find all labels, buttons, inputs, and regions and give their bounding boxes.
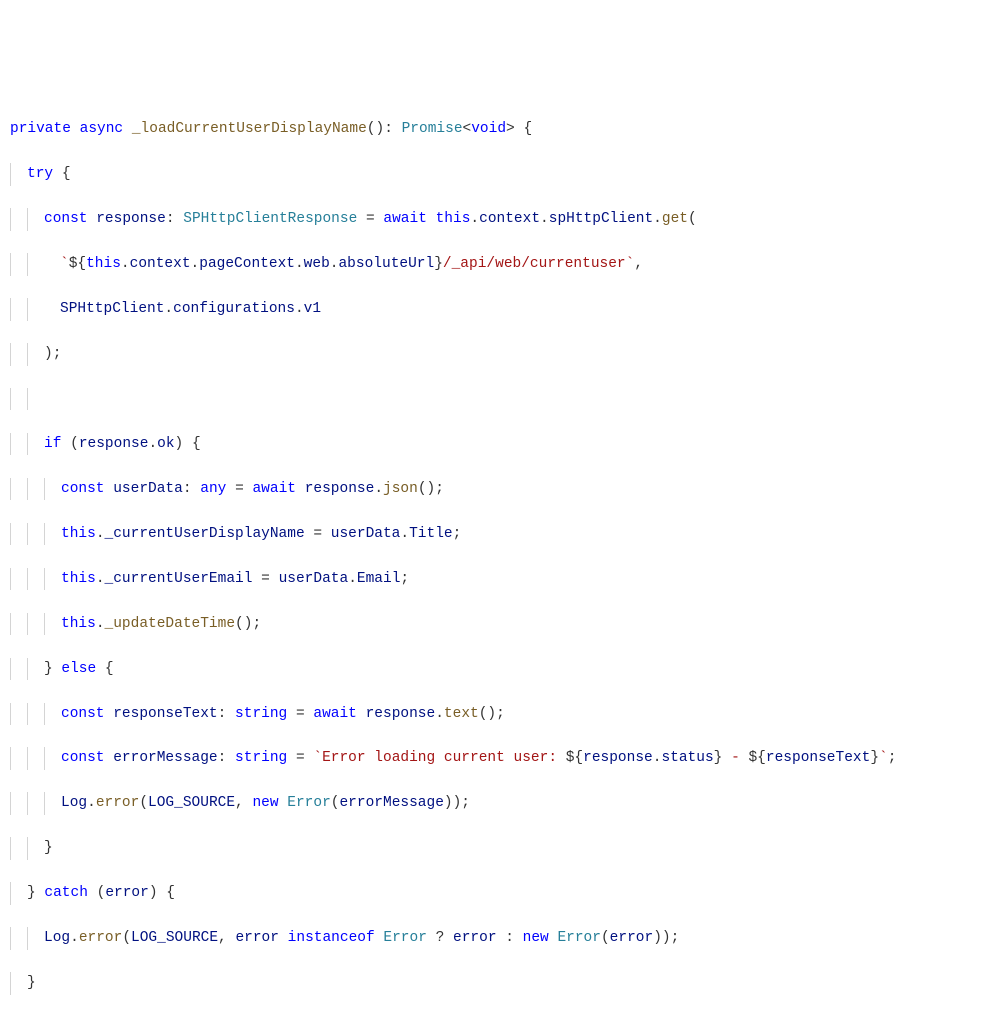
code-line: `${this.context.pageContext.web.absolute… <box>10 253 997 275</box>
code-line: this._updateDateTime(); <box>10 613 997 635</box>
code-line: } else { <box>10 658 997 680</box>
code-line: } <box>10 972 997 994</box>
keyword-async: async <box>80 121 124 137</box>
code-line: this._currentUserDisplayName = userData.… <box>10 523 997 545</box>
code-line: const errorMessage: string = `Error load… <box>10 747 997 769</box>
type-promise: Promise <box>402 121 463 137</box>
code-line: if (response.ok) { <box>10 433 997 455</box>
function-name: _loadCurrentUserDisplayName <box>132 121 367 137</box>
code-line: } <box>10 837 997 859</box>
code-line: Log.error(LOG_SOURCE, error instanceof E… <box>10 927 997 949</box>
code-line: } <box>10 1017 997 1018</box>
code-line <box>10 388 997 410</box>
code-line: const response: SPHttpClientResponse = a… <box>10 208 997 230</box>
code-line: const responseText: string = await respo… <box>10 703 997 725</box>
keyword-void: void <box>471 121 506 137</box>
code-line: try { <box>10 163 997 185</box>
keyword-try: try <box>27 166 53 182</box>
code-line: SPHttpClient.configurations.v1 <box>10 298 997 320</box>
code-line: private async _loadCurrentUserDisplayNam… <box>10 118 997 140</box>
code-line: ); <box>10 343 997 365</box>
keyword-const: const <box>44 211 88 227</box>
code-line: Log.error(LOG_SOURCE, new Error(errorMes… <box>10 792 997 814</box>
keyword-private: private <box>10 121 71 137</box>
code-line: this._currentUserEmail = userData.Email; <box>10 568 997 590</box>
code-line: } catch (error) { <box>10 882 997 904</box>
code-block: private async _loadCurrentUserDisplayNam… <box>10 96 997 1018</box>
code-line: const userData: any = await response.jso… <box>10 478 997 500</box>
